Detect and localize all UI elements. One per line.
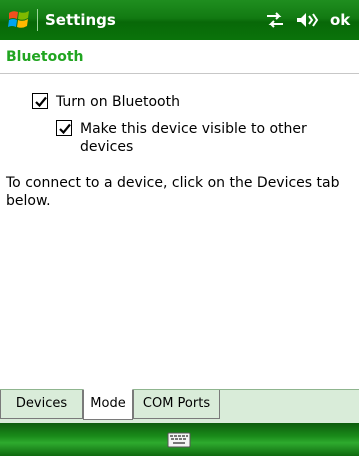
tab-strip: Devices Mode COM Ports — [0, 389, 359, 424]
visible-device-checkbox[interactable] — [56, 120, 72, 136]
tab-mode[interactable]: Mode — [83, 389, 133, 420]
page-header: Bluetooth — [0, 40, 359, 74]
title-separator — [37, 9, 38, 31]
ok-button[interactable]: ok — [330, 9, 350, 31]
visible-device-option[interactable]: Make this device visible to other device… — [56, 120, 346, 156]
visible-device-label: Make this device visible to other device… — [80, 121, 307, 155]
bottom-bar — [0, 423, 359, 456]
windows-start-icon[interactable] — [6, 7, 32, 33]
keyboard-icon[interactable] — [167, 431, 191, 449]
tab-com-ports[interactable]: COM Ports — [133, 390, 220, 419]
turn-on-bluetooth-label: Turn on Bluetooth — [56, 94, 180, 110]
turn-on-bluetooth-option[interactable]: Turn on Bluetooth — [32, 93, 180, 111]
volume-icon[interactable] — [295, 10, 319, 30]
title-bar: Settings ok — [0, 0, 359, 40]
page-title: Bluetooth — [6, 49, 84, 65]
checkmark-icon — [35, 96, 47, 108]
checkmark-icon — [59, 123, 71, 135]
turn-on-bluetooth-checkbox[interactable] — [32, 93, 48, 109]
app-title: Settings — [45, 11, 116, 29]
info-text: To connect to a device, click on the Dev… — [6, 175, 340, 209]
connectivity-icon[interactable] — [264, 10, 286, 30]
tab-devices[interactable]: Devices — [0, 390, 83, 419]
